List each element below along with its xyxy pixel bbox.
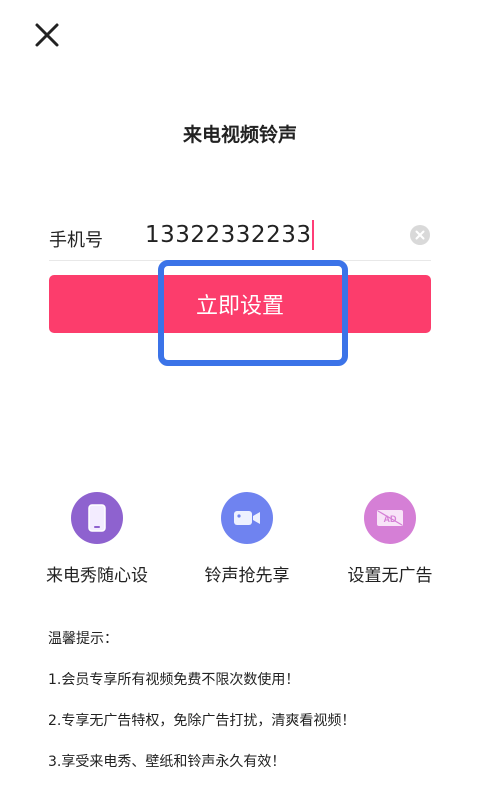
phone-icon xyxy=(88,504,106,532)
tip-line: 3.享受来电秀、壁纸和铃声永久有效！ xyxy=(48,754,286,770)
feature-item-caller-show: 来电秀随心设 xyxy=(27,492,167,586)
phone-row: 手机号 13322332233 xyxy=(49,212,431,261)
clear-icon xyxy=(410,225,430,245)
close-icon xyxy=(35,23,59,47)
feature-icon-circle xyxy=(221,492,273,544)
feature-icon-circle: AD xyxy=(364,492,416,544)
tips-title: 温馨提示： xyxy=(48,631,118,647)
feature-label: 设置无广告 xyxy=(347,566,433,586)
text-caret xyxy=(312,220,315,250)
tip-line: 1.会员专享所有视频免费不限次数使用！ xyxy=(48,672,300,688)
no-ad-icon: AD xyxy=(377,510,403,526)
page-title: 来电视频铃声 xyxy=(182,124,297,146)
set-now-button[interactable]: 立即设置 xyxy=(49,275,431,333)
phone-input-value: 13322332233 xyxy=(145,222,312,248)
feature-icon-circle xyxy=(71,492,123,544)
feature-item-no-ads: AD 设置无广告 xyxy=(320,492,460,586)
phone-label: 手机号 xyxy=(49,230,103,251)
feature-item-ringtone: 铃声抢先享 xyxy=(177,492,317,586)
phone-input[interactable]: 13322332233 xyxy=(145,220,315,250)
tips-section: 温馨提示： 1.会员专享所有视频免费不限次数使用！ 2.专享无广告特权，免除广告… xyxy=(48,628,468,792)
tip-line: 2.专享无广告特权，免除广告打扰，清爽看视频！ xyxy=(48,713,356,729)
feature-label: 来电秀随心设 xyxy=(46,566,148,586)
video-camera-icon xyxy=(234,511,260,525)
feature-label: 铃声抢先享 xyxy=(204,566,290,586)
feature-list: 来电秀随心设 铃声抢先享 AD 设置无广告 xyxy=(0,492,480,592)
clear-input-button[interactable] xyxy=(409,224,431,246)
close-button[interactable] xyxy=(30,18,64,52)
